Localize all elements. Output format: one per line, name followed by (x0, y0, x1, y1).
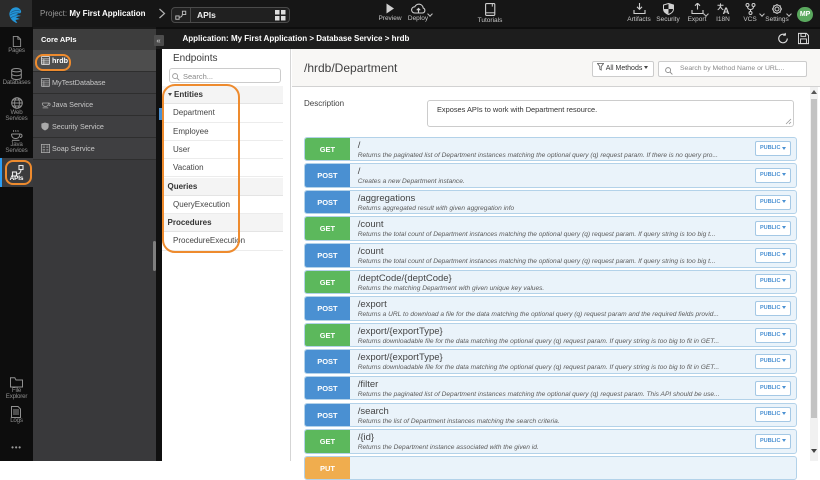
svg-text:A: A (722, 6, 729, 15)
